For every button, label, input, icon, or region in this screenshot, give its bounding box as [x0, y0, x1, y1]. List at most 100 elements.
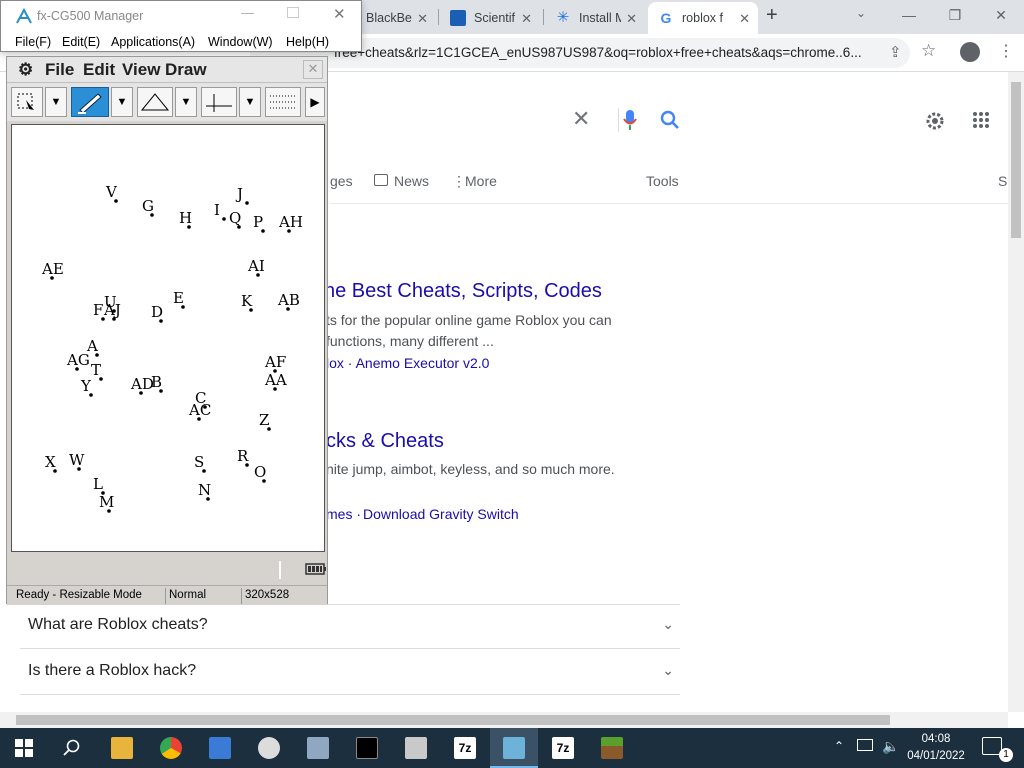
tab-scientific[interactable]: Scientif ✕	[440, 2, 540, 34]
battery-icon	[305, 563, 326, 575]
point-label: H	[179, 209, 192, 227]
menu-applications[interactable]: Applications(A)	[111, 35, 195, 49]
point-label: AA	[264, 371, 287, 389]
minimize-icon[interactable]: —	[886, 0, 932, 30]
menu-help[interactable]: Help(H)	[286, 35, 329, 49]
close-icon[interactable]: ✕	[521, 11, 532, 27]
grid-tool-icon[interactable]	[265, 87, 301, 117]
triangle-tool-icon[interactable]	[137, 87, 173, 117]
tab-tools[interactable]: Tools	[646, 173, 679, 189]
close-icon[interactable]: ✕	[626, 11, 637, 27]
close-icon[interactable]: ✕	[303, 60, 323, 79]
fx-manager-taskbar-icon[interactable]	[490, 728, 538, 768]
7zip-icon[interactable]: 7z	[441, 728, 489, 768]
chrome-icon[interactable]	[147, 728, 195, 768]
dropdown-icon[interactable]: ▼	[239, 87, 261, 117]
menu-file[interactable]: File(F)	[15, 35, 51, 49]
minimize-icon[interactable]: —	[241, 5, 254, 20]
result-sitelinks[interactable]: lox · Anemo Executor v2.0	[326, 355, 489, 371]
calc-input-area	[9, 557, 326, 583]
result-title[interactable]: cks & Cheats	[326, 430, 444, 453]
tab-shopping[interactable]: S	[998, 173, 1007, 189]
network-app-icon[interactable]	[294, 728, 342, 768]
scroll-thumb[interactable]	[16, 715, 890, 725]
file-explorer-icon[interactable]	[98, 728, 146, 768]
point-label: Q	[229, 209, 241, 227]
calc-menu-edit[interactable]: Edit	[83, 60, 115, 80]
bookmark-star-icon[interactable]: ☆	[921, 41, 936, 61]
point-label: AG	[66, 351, 90, 369]
dropdown-icon[interactable]: ▼	[111, 87, 133, 117]
archive-icon[interactable]	[392, 728, 440, 768]
volume-muted-icon[interactable]: 🔈	[882, 738, 899, 755]
pen-tool-icon[interactable]	[71, 87, 109, 117]
close-window-icon[interactable]: ✕	[978, 0, 1024, 30]
dropdown-icon[interactable]: ▼	[45, 87, 67, 117]
result-sitelink[interactable]: Download Gravity Switch	[363, 506, 519, 522]
point-label: X	[45, 453, 56, 471]
paa-item[interactable]: Is there a Roblox hack? ⌄	[20, 650, 680, 695]
result-sitelink[interactable]: mes ·	[326, 506, 361, 522]
fx-app-icon	[16, 8, 32, 24]
select-tool-icon[interactable]	[11, 87, 43, 117]
point-label: D	[151, 303, 163, 321]
tab-news[interactable]: News	[394, 173, 429, 189]
new-tab-icon[interactable]: +	[766, 4, 778, 27]
profile-avatar-icon[interactable]	[960, 42, 980, 62]
point-j[interactable]	[245, 201, 249, 205]
point-i[interactable]	[222, 217, 226, 221]
clock[interactable]: 04:08 04/01/2022	[900, 731, 972, 765]
clock-time: 04:08	[921, 733, 951, 745]
settings-gear-icon[interactable]	[923, 109, 947, 133]
calc-menu-draw[interactable]: Draw	[165, 60, 207, 80]
chevron-up-icon[interactable]: ⌃	[834, 739, 844, 753]
minecraft-icon[interactable]	[588, 728, 636, 768]
7zip-icon[interactable]: 7z	[539, 728, 587, 768]
tab-images[interactable]: ges	[330, 173, 353, 189]
tab-install[interactable]: ✳ Install M ✕	[545, 2, 645, 34]
share-icon[interactable]: ⇪	[889, 43, 902, 61]
windows-start-icon[interactable]	[15, 739, 33, 757]
tab-search-icon[interactable]: ⌄	[856, 6, 866, 20]
maximize-icon[interactable]	[287, 7, 299, 18]
vertical-scrollbar[interactable]	[1008, 72, 1024, 712]
menu-dots-icon[interactable]: ⋮	[998, 41, 1014, 61]
tab-roblox[interactable]: G roblox f ✕	[648, 2, 758, 34]
clear-search-icon[interactable]: ✕	[572, 106, 590, 132]
point-label: I	[214, 201, 220, 219]
control-panel-icon[interactable]	[196, 728, 244, 768]
dropdown-icon[interactable]: ▼	[175, 87, 197, 117]
horizontal-scrollbar[interactable]	[0, 712, 1008, 728]
paa-item[interactable]: What are Roblox cheats? ⌄	[20, 604, 680, 649]
point-label: N	[198, 481, 211, 499]
mic-icon[interactable]	[622, 108, 638, 132]
restore-icon[interactable]: ❐	[932, 0, 978, 30]
search-box[interactable]: ✕	[330, 96, 700, 144]
scroll-right-icon[interactable]: ▶	[305, 87, 325, 117]
clock-app-icon[interactable]	[245, 728, 293, 768]
point-label: O	[254, 463, 266, 481]
menu-window[interactable]: Window(W)	[208, 35, 273, 49]
terminal-icon[interactable]	[343, 728, 391, 768]
calc-menu-file[interactable]: File	[45, 60, 74, 80]
tab-more[interactable]: More	[465, 173, 497, 189]
tab-blackberry[interactable]: BlackBe ✕	[356, 2, 436, 34]
network-icon[interactable]	[857, 739, 873, 751]
point-label: G	[142, 197, 154, 215]
calc-menu-view[interactable]: View	[122, 60, 160, 80]
gear-icon[interactable]: ⚙	[18, 60, 33, 80]
result-title[interactable]: ne Best Cheats, Scripts, Codes	[324, 280, 602, 303]
close-icon[interactable]: ✕	[739, 11, 750, 27]
scroll-thumb[interactable]	[1011, 82, 1021, 238]
geometry-canvas[interactable]: V G H I J Q P AH AE AI E K AB U F AJ D A AG T Y AD B AF AA C AC Z X W…	[11, 124, 325, 552]
tab-title: Install M	[579, 11, 621, 25]
search-icon[interactable]	[660, 110, 680, 130]
menu-edit[interactable]: Edit(E)	[62, 35, 100, 49]
axes-tool-icon[interactable]	[201, 87, 237, 117]
close-icon[interactable]: ✕	[417, 11, 428, 27]
result-snippet: nite jump, aimbot, keyless, and so much …	[326, 461, 615, 477]
close-icon[interactable]: ✕	[333, 5, 346, 23]
paa-question: Is there a Roblox hack?	[28, 662, 197, 679]
search-icon[interactable]	[63, 739, 81, 757]
apps-grid-icon[interactable]	[972, 111, 990, 129]
